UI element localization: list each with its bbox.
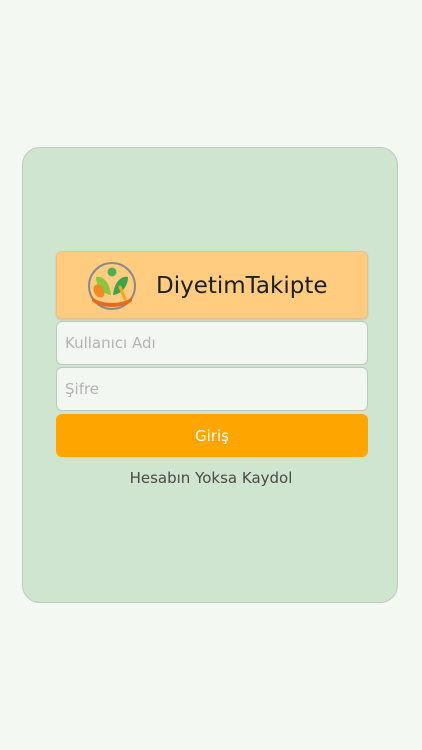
healthy-food-logo-icon	[88, 262, 136, 310]
username-input[interactable]	[56, 321, 368, 365]
login-card: DiyetimTakipte Giriş Hesabın Yoksa Kaydo…	[22, 147, 398, 603]
brand-header: DiyetimTakipte	[56, 251, 368, 319]
password-input[interactable]	[56, 367, 368, 411]
signup-link[interactable]: Hesabın Yoksa Kaydol	[23, 469, 399, 487]
app-title: DiyetimTakipte	[156, 273, 328, 299]
login-button[interactable]: Giriş	[56, 414, 368, 457]
